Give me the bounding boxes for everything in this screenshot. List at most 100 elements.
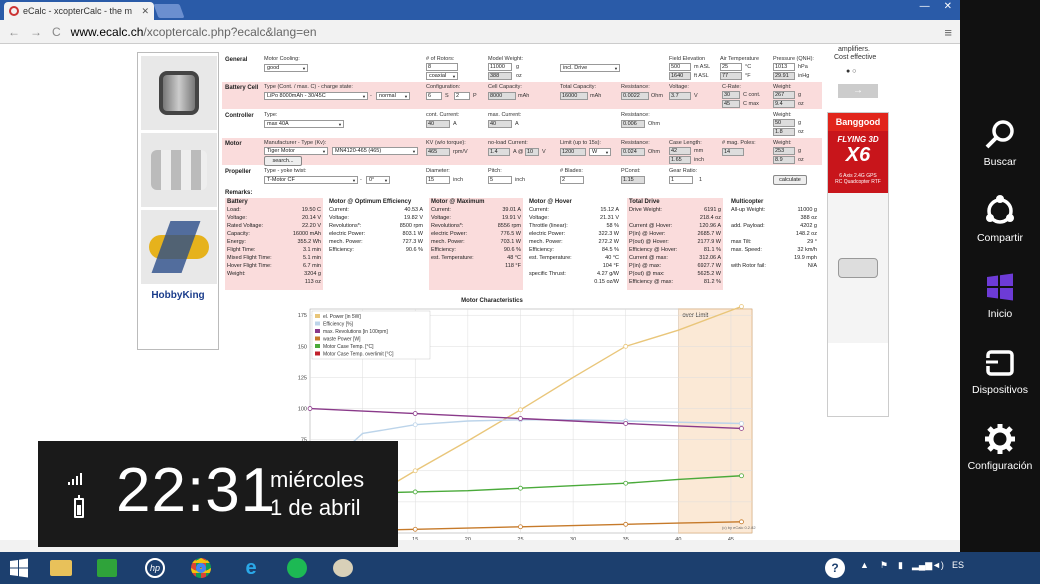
wheels-image: [141, 133, 217, 207]
new-tab-button[interactable]: [153, 4, 185, 18]
reload-button[interactable]: C: [52, 25, 61, 39]
motor-type-select[interactable]: MN4120-465 (465): [332, 147, 418, 155]
cells-s-input[interactable]: 6: [426, 92, 442, 100]
windows-logo-icon: [987, 273, 1013, 301]
pressure-input[interactable]: 1013: [773, 63, 795, 71]
result-row: Load: 19.50 C: [225, 206, 323, 214]
tray-flag-icon[interactable]: ⚑: [880, 560, 888, 571]
motor-manufacturer-select[interactable]: Tiger Motor: [264, 147, 328, 155]
model-weight-oz-unit: oz: [516, 73, 522, 79]
close-window-button[interactable]: ✕: [944, 1, 952, 12]
result-row: Hover Flight Time: 6.7 min: [225, 262, 323, 270]
result-row: Flight Time: 3.1 min: [225, 246, 323, 254]
pressure-inhg: 29.91: [773, 72, 795, 80]
result-row: Revolutions*: 8556 rpm: [429, 222, 523, 230]
tab-ecalc[interactable]: eCalc - xcopterCalc - the m ✕: [4, 2, 154, 20]
controller-label: Controller: [225, 113, 254, 119]
charm-start[interactable]: Inicio: [960, 270, 1040, 320]
prop-type-select[interactable]: T-Motor CF: [264, 176, 358, 184]
hp-button[interactable]: hp: [140, 555, 170, 581]
close-tab-icon[interactable]: ✕: [141, 6, 149, 17]
motor-search-button[interactable]: search...: [264, 156, 302, 166]
battery-icon: [74, 495, 84, 518]
model-weight-oz: 388: [488, 72, 512, 80]
diameter-unit: inch: [453, 177, 464, 183]
ie-button[interactable]: e: [236, 555, 266, 581]
tray-volume-icon[interactable]: ◄): [932, 560, 944, 570]
total-capacity-input: 16000: [560, 92, 588, 100]
result-row: est. Temperature: 40 °C: [527, 254, 621, 262]
gps-text: 6 Axis 2.4G GPS RC Quadcopter RTF: [828, 173, 888, 193]
back-button[interactable]: ←: [8, 25, 20, 39]
search-icon: [985, 120, 1014, 149]
drive-select[interactable]: incl. Drive: [560, 64, 620, 72]
charm-share[interactable]: Compartir: [960, 194, 1040, 244]
chrome-button[interactable]: [186, 555, 216, 581]
menu-icon[interactable]: ≡: [944, 25, 952, 40]
charm-devices[interactable]: Dispositivos: [960, 346, 1040, 396]
cells-p-input[interactable]: 2: [454, 92, 470, 100]
result-key: Efficiency:: [431, 247, 456, 253]
battery-type-select[interactable]: LiPo 8000mAh - 30/45C: [264, 92, 368, 100]
rotor-layout-select[interactable]: coaxial: [426, 72, 458, 80]
store-button[interactable]: [92, 555, 122, 581]
result-value: 776.5 W: [500, 231, 521, 237]
charm-settings[interactable]: Configuración: [960, 422, 1040, 472]
tray-signal-icon[interactable]: ▂▄▆: [912, 560, 932, 571]
blades-input[interactable]: 2: [560, 176, 584, 184]
noload-voltage-input: 10: [525, 148, 539, 156]
result-column-title: Battery: [227, 199, 248, 205]
series-point: [412, 468, 418, 474]
configuration-label: Configuration:: [426, 84, 461, 90]
air-temp-input[interactable]: 25: [720, 63, 742, 71]
result-key: est. Temperature:: [529, 255, 572, 261]
hobbyking-ad[interactable]: HobbyKing: [137, 52, 219, 350]
banggood-ad[interactable]: Banggood FLYING 3D X6 6 Axis 2.4G GPS RC Q…: [827, 112, 889, 417]
explorer-button[interactable]: [46, 555, 76, 581]
crate-label: C-Rate:: [722, 84, 741, 90]
tray-arrow-icon[interactable]: ▲: [860, 560, 869, 570]
yoke-twist-select[interactable]: 0°: [366, 176, 390, 184]
tray-battery-icon[interactable]: ▮: [898, 560, 903, 571]
result-row: Throttle (linear): 58 %: [527, 222, 621, 230]
result-row: electric Power: 776.5 W: [429, 230, 523, 238]
ad-next-button[interactable]: →: [838, 84, 878, 98]
pitch-input[interactable]: 5: [488, 176, 512, 184]
result-value: 2685.7 W: [697, 231, 721, 237]
url-field[interactable]: www.ecalc.ch/xcoptercalc.php?ecalc&lang=…: [71, 25, 317, 39]
spotify-icon: [287, 558, 307, 578]
paint-button[interactable]: [328, 555, 358, 581]
result-key: mech. Power:: [329, 239, 363, 245]
motor-label: Motor: [225, 141, 242, 147]
charge-state-select[interactable]: normal: [376, 92, 410, 100]
model-weight-input[interactable]: 11000: [488, 63, 512, 71]
controller-weight-unit: g: [798, 120, 802, 126]
controller-weight-oz: 1.8: [773, 128, 795, 136]
result-value: 5625.2 W: [697, 271, 721, 277]
field-elevation-input[interactable]: 500: [669, 63, 691, 71]
result-column-title: Total Drive: [629, 199, 660, 205]
top-right-ad[interactable]: amplifiers. Cost effective ● ○ →: [826, 44, 886, 102]
rotors-input[interactable]: 8: [426, 63, 458, 71]
limit-unit-select[interactable]: W: [589, 148, 611, 156]
cell-capacity-unit: mAh: [518, 93, 530, 99]
tray-language[interactable]: ES: [952, 560, 964, 570]
result-row: Current: 15.12 A: [527, 206, 621, 214]
charm-search[interactable]: Buscar: [960, 118, 1040, 168]
clock-time: 22:31: [116, 456, 277, 525]
result-row: specific Thrust: 4.27 g/W: [527, 270, 621, 278]
start-button[interactable]: [4, 555, 34, 581]
spotify-button[interactable]: [282, 555, 312, 581]
result-key: with Rotor fail:: [731, 263, 766, 269]
calculate-button[interactable]: calculate: [773, 175, 807, 185]
result-key: Efficiency:: [329, 247, 354, 253]
diameter-input[interactable]: 15: [426, 176, 450, 184]
help-button[interactable]: ?: [820, 555, 850, 581]
motor-cooling-select[interactable]: good: [264, 64, 308, 72]
c-max-unit: C max: [743, 101, 759, 107]
forward-button[interactable]: →: [30, 25, 42, 39]
gear-ratio-input[interactable]: 1: [669, 176, 693, 184]
result-key: Current:: [431, 207, 451, 213]
minimize-button[interactable]: —: [920, 1, 930, 12]
controller-type-select[interactable]: max 40A: [264, 120, 344, 128]
